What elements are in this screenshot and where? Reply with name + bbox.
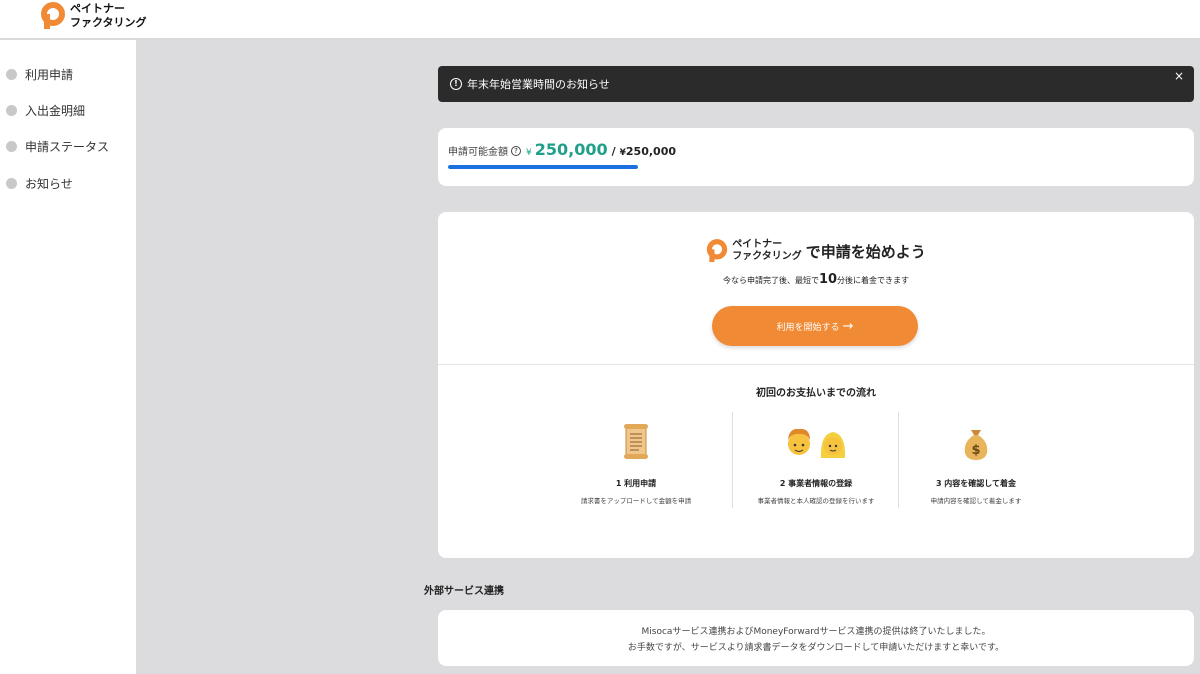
available-amount-card: 申請可能金額 ? ¥ 250,000 / ¥ 250,000 [438,128,1194,186]
available-amount: 250,000 [534,140,608,159]
sidebar-item-label: 入出金明細 [25,104,86,118]
flow-step-2: 2 事業者情報の登録 事業者情報と本人確認の登録を行います [736,412,896,532]
app-logo[interactable]: ペイトナー ファクタリング [40,2,147,30]
bullet-icon [6,105,17,116]
flow-step-title: 2 事業者情報の登録 [779,479,853,488]
start-title: で申請を始めよう [805,242,926,261]
help-icon[interactable]: ? [511,146,521,156]
amount-separator: / [611,145,616,158]
people-icon [736,422,896,462]
logo-mark-icon [40,2,66,30]
step-divider [732,412,733,508]
sidebar-item-label: 利用申請 [25,68,74,82]
external-notice-line2: お手数ですが、サービスより請求書データをダウンロードして申請いただけますと幸いで… [627,643,1005,653]
flow-step-title: 1 利用申請 [615,479,657,488]
app-header: ペイトナー ファクタリング [0,0,1200,40]
notice-banner[interactable]: ! 年末年始営業時間のお知らせ × [438,66,1194,102]
start-button-label: 利用を開始する [776,322,840,333]
svg-text:$: $ [971,443,980,458]
flow-step-1: 1 利用申請 請求書をアップロードして金額を申請 [556,412,716,532]
start-card: ペイトナー ファクタリング で申請を始めよう 今なら申請完了後、最短で10分後に… [438,212,1194,558]
logo-line1: ペイトナー [70,2,125,15]
close-icon[interactable]: × [1174,69,1184,83]
start-subtitle-after: 分後に着金できます [837,276,910,285]
hero-logo-line2: ファクタリング [732,251,802,262]
logo-mark-icon [706,238,728,264]
sidebar-item-application[interactable]: 利用申請 [6,66,73,83]
sidebar-item-news[interactable]: お知らせ [6,175,73,192]
available-amount-label: 申請可能金額 [448,147,508,158]
currency-symbol: ¥ [526,148,532,158]
notice-text: 年末年始営業時間のお知らせ [467,78,610,91]
flow-step-desc: 事業者情報と本人確認の登録を行います [757,497,875,505]
bullet-icon [6,178,17,189]
money-bag-icon: $ [896,422,1056,462]
start-subtitle-before: 今なら申請完了後、最短で [722,276,819,285]
total-amount: 250,000 [625,145,677,158]
start-hero: ペイトナー ファクタリング で申請を始めよう 今なら申請完了後、最短で10分後に… [438,238,1194,287]
external-section-title: 外部サービス連携 [424,586,504,597]
divider [438,364,1194,365]
sidebar-item-transactions[interactable]: 入出金明細 [6,102,85,119]
arrow-right-icon: → [842,318,854,334]
info-icon: ! [450,78,462,90]
flow-step-desc: 申請内容を確認して着金します [930,497,1022,505]
external-notice-card: Misocaサービス連携およびMoneyForwardサービス連携の提供は終了い… [438,610,1194,666]
flow-title: 初回のお支払いまでの流れ [756,388,876,399]
amount-progress-fill [448,165,638,169]
external-notice-line1: Misocaサービス連携およびMoneyForwardサービス連携の提供は終了い… [641,627,991,637]
bullet-icon [6,141,17,152]
sidebar-item-label: 申請ステータス [25,140,110,154]
amount-progress-bar [448,165,638,169]
start-subtitle: 今なら申請完了後、最短で10分後に着金できます [438,272,1194,287]
sidebar: 利用申請 入出金明細 申請ステータス お知らせ [0,40,136,674]
hero-logo-text: ペイトナー ファクタリング [732,239,802,263]
start-subtitle-minutes: 10 [818,272,838,287]
hero-logo-line1: ペイトナー [732,239,783,250]
bullet-icon [6,69,17,80]
flow-step-title: 3 内容を確認して着金 [935,479,1017,488]
sidebar-item-status[interactable]: 申請ステータス [6,138,109,155]
main-content: ! 年末年始営業時間のお知らせ × 申請可能金額 ? ¥ 250,000 / ¥… [136,40,1200,674]
flow-step-3: $ 3 内容を確認して着金 申請内容を確認して着金します [896,412,1056,532]
flow-step-desc: 請求書をアップロードして金額を申請 [580,497,692,505]
start-button[interactable]: 利用を開始する → [712,306,918,346]
logo-text: ペイトナー ファクタリング [70,2,147,30]
logo-line2: ファクタリング [70,16,147,29]
sidebar-item-label: お知らせ [25,177,73,191]
scroll-icon [556,422,716,462]
